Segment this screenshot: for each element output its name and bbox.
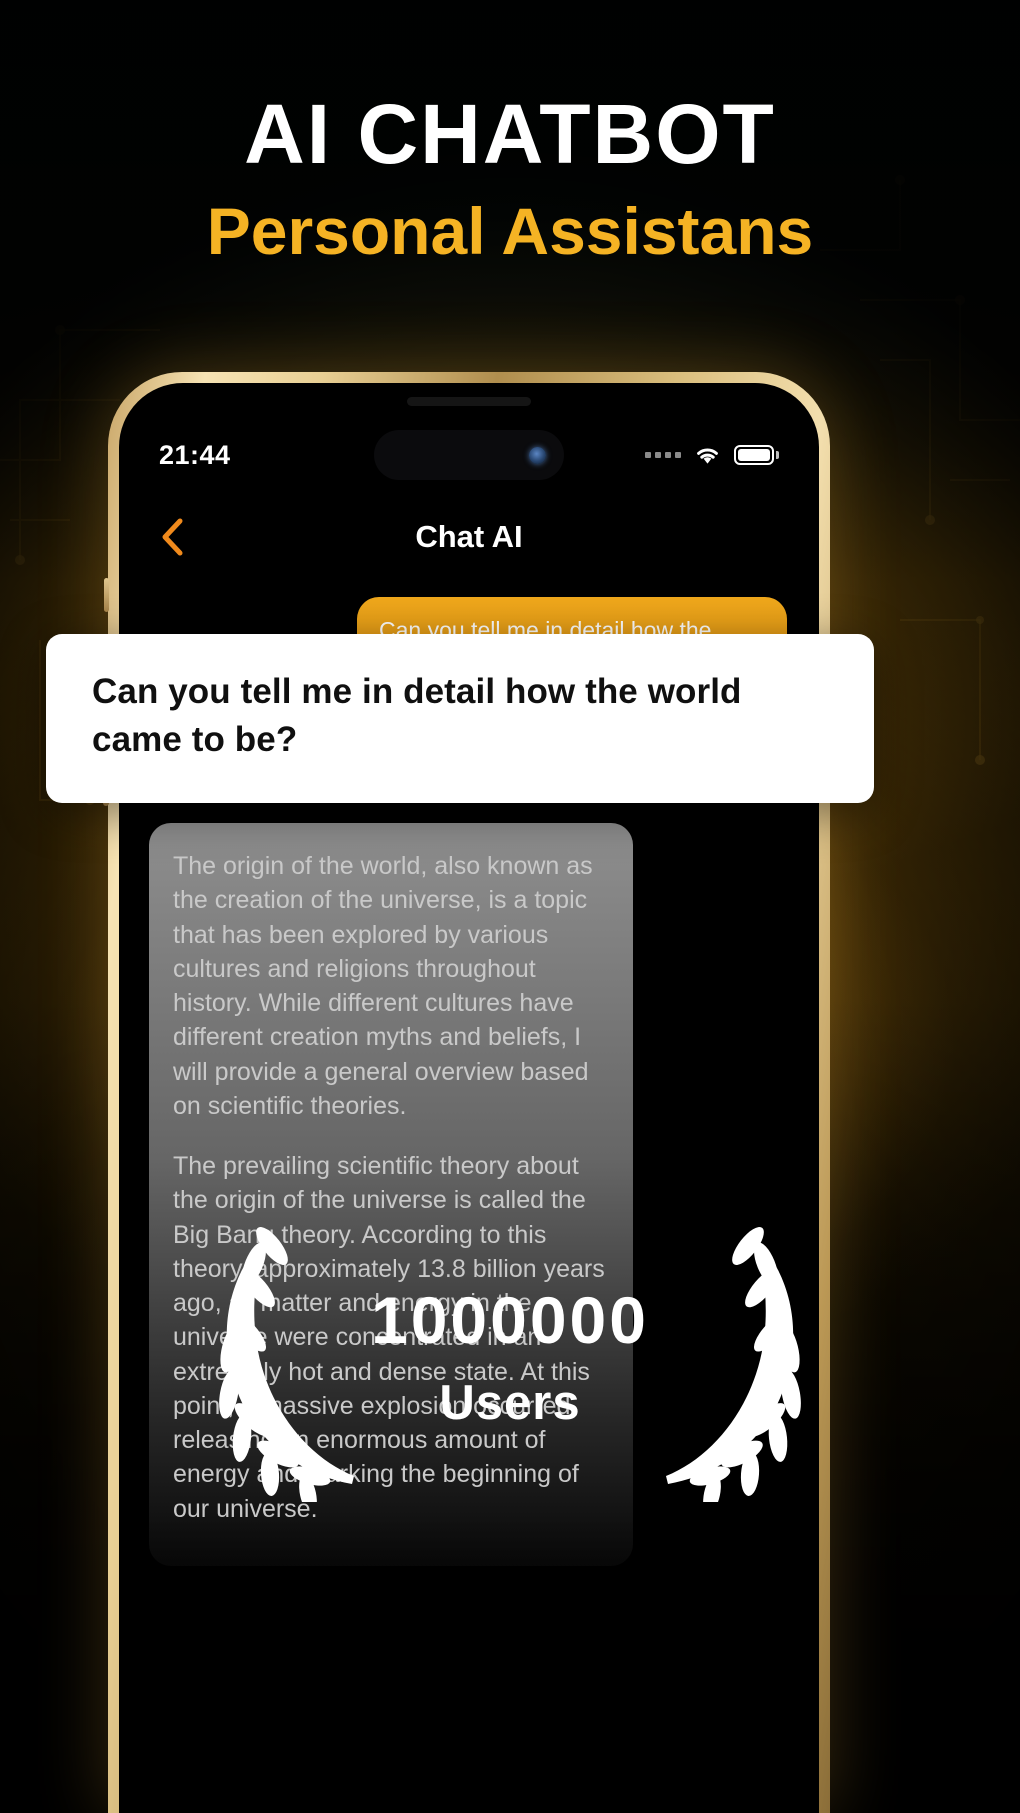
ai-message-paragraph: The origin of the world, also known as t… [173, 852, 593, 1120]
laurel-wreath-icon [666, 1227, 801, 1502]
promo-title: AI CHATBOT [244, 87, 776, 181]
dynamic-island [374, 430, 564, 480]
highlight-question-text: Can you tell me in detail how the world … [92, 672, 742, 760]
status-indicators [645, 445, 779, 465]
promo-subtitle: Personal Assistans [206, 194, 814, 268]
users-count: 1000000 [371, 1282, 649, 1357]
phone-mockup: 21:44 Chat AI Can you tell me in detail … [103, 372, 835, 1813]
app-nav-bar: Chat AI [119, 501, 819, 573]
wifi-icon [697, 448, 718, 464]
laurel-wreath-icon [219, 1227, 354, 1502]
page-title: Chat AI [415, 519, 523, 554]
front-camera-icon [529, 446, 546, 464]
status-bar: 21:44 [119, 430, 819, 480]
users-badge-text: 1000000 Users [371, 1287, 649, 1428]
phone-screen: 21:44 Chat AI Can you tell me in detail … [119, 383, 819, 1813]
signal-dots-icon [645, 452, 681, 458]
status-time: 21:44 [159, 439, 231, 470]
users-label: Users [439, 1375, 581, 1430]
highlight-question-card: Can you tell me in detail how the world … [46, 634, 874, 803]
earpiece-speaker [407, 397, 531, 406]
users-badge: 1000000 Users [200, 1212, 820, 1502]
promo-header: AI CHATBOT Personal Assistans [0, 92, 1020, 264]
phone-mute-switch [104, 578, 109, 612]
battery-full-icon [734, 445, 779, 465]
